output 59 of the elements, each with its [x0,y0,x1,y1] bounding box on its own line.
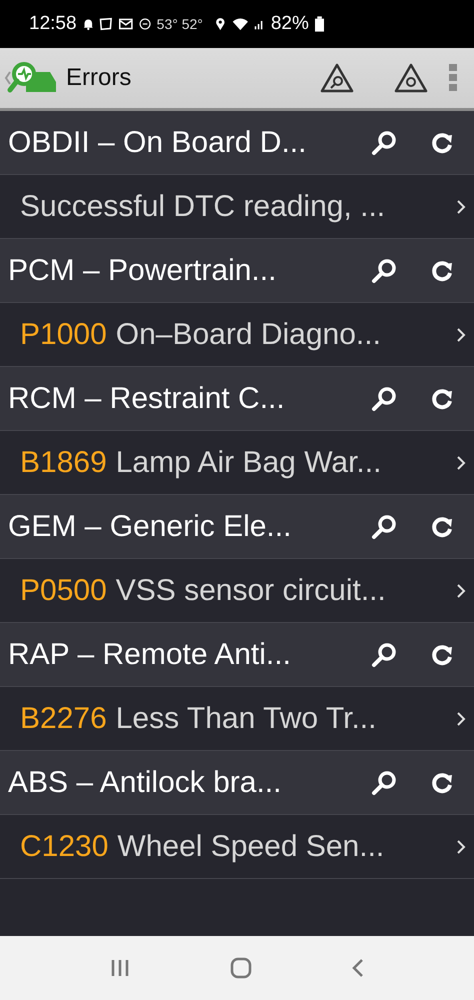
dtc-description: Lamp Air Bag War... [116,446,382,480]
refresh-icon [430,386,454,410]
chevron-right-icon [456,198,466,214]
weather-temperature: 53° 52° [156,16,203,32]
battery-icon [314,14,324,34]
search-icon [370,256,398,284]
search-button[interactable] [370,256,398,284]
do-not-disturb-icon [138,16,151,32]
search-icon [370,128,398,156]
dtc-description: On–Board Diagno... [116,318,382,352]
clock-time: 12:58 [29,13,77,35]
refresh-button[interactable] [430,514,454,538]
refresh-icon [430,258,454,282]
screen-title: Errors [66,64,132,92]
refresh-warning-button[interactable] [394,63,428,93]
dtc-description: Successful DTC reading, ... [20,190,386,224]
refresh-icon [430,770,454,794]
chevron-right-icon [456,326,466,342]
location-icon [214,15,226,33]
search-button[interactable] [370,768,398,796]
module-name: PCM – Powertrain... [8,254,278,288]
search-button[interactable] [370,384,398,412]
chevron-right-icon [456,710,466,726]
dtc-description: VSS sensor circuit... [116,574,387,608]
module-name: RAP – Remote Anti... [8,638,292,672]
dtc-code: C1230 [20,830,108,864]
dtc-description: Wheel Speed Sen... [117,830,386,864]
dtc-code: B2276 [20,702,107,736]
dtc-code: P1000 [20,318,107,352]
dtc-code: B1869 [20,446,107,480]
search-icon [370,640,398,668]
search-warning-button[interactable] [320,63,354,93]
search-button[interactable] [370,512,398,540]
module-name: GEM – Generic Ele... [8,510,292,544]
dtc-code: P0500 [20,574,107,608]
refresh-button[interactable] [430,386,454,410]
search-icon [370,512,398,540]
search-button[interactable] [370,640,398,668]
refresh-button[interactable] [430,130,454,154]
search-icon [370,768,398,796]
dtc-description: Less Than Two Tr... [116,702,378,736]
refresh-icon [430,130,454,154]
search-icon [370,384,398,412]
refresh-icon [430,514,454,538]
chevron-right-icon [456,838,466,854]
module-name: OBDII – On Board D... [8,126,308,160]
search-button[interactable] [370,128,398,156]
refresh-button[interactable] [430,258,454,282]
chevron-right-icon [456,454,466,470]
module-name: RCM – Restraint C... [8,382,286,416]
app-icon [99,16,113,32]
module-name: ABS – Antilock bra... [8,766,282,800]
chevron-right-icon [456,582,466,598]
mail-icon [118,16,133,32]
battery-percent: 82% [270,13,309,35]
refresh-icon [430,642,454,666]
refresh-button[interactable] [430,642,454,666]
refresh-button[interactable] [430,770,454,794]
wifi-icon [232,16,248,32]
